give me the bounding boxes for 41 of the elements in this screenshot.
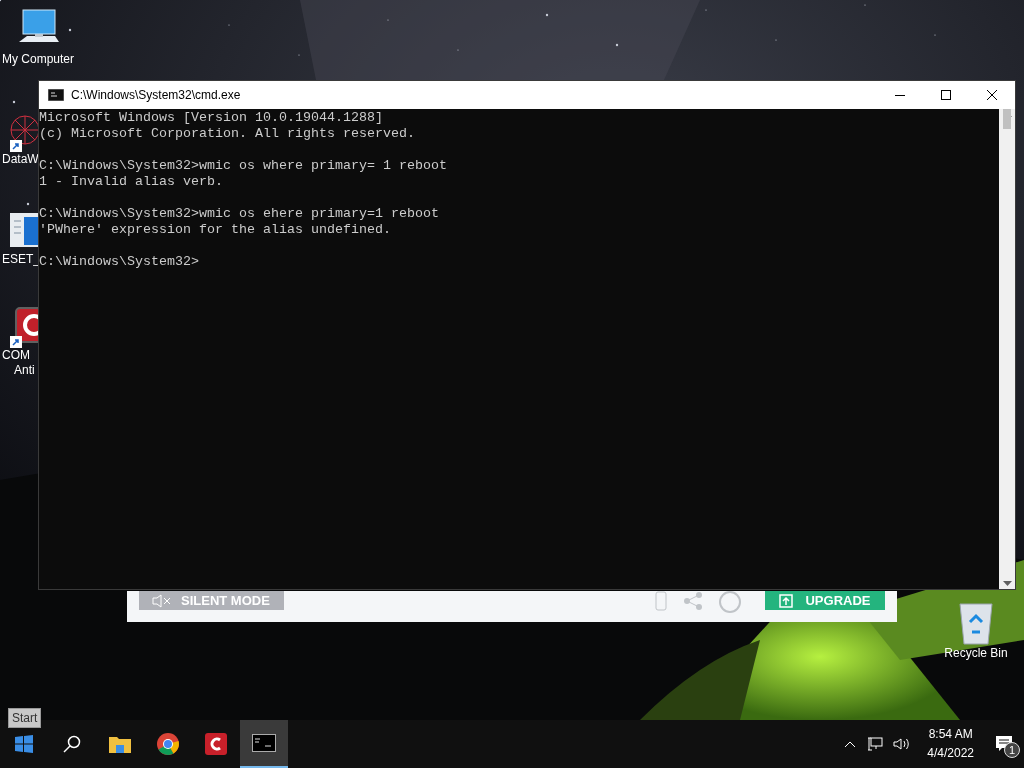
notification-badge: 1	[1004, 742, 1020, 758]
console-line: 'PWhere' expression for the alias undefined.	[39, 222, 391, 238]
network-icon[interactable]	[867, 737, 884, 751]
scrollbar[interactable]	[999, 109, 1015, 589]
icon-label[interactable]: ESET_	[2, 252, 40, 267]
console-line: (c) Microsoft Corporation. All rights reserved.	[39, 126, 415, 142]
browser-logo-icon	[157, 733, 179, 755]
windows-logo-icon	[15, 735, 33, 753]
clock-time[interactable]: 8:54 AM	[928, 725, 973, 744]
window-title: C:\Windows\System32\cmd.exe	[71, 87, 241, 104]
icon-label[interactable]: Anti	[0, 363, 35, 378]
chevron-up-icon[interactable]	[844, 740, 857, 748]
document-icon	[10, 213, 40, 247]
recycle-bin-icon	[956, 600, 996, 646]
console-line: C:\Windows\System32>wmic os where primary= 1 reboot	[39, 158, 447, 174]
console-line: C:\Windows\System32>	[39, 254, 199, 270]
icon-label[interactable]: Recycle Bin	[944, 646, 1008, 661]
scroll-down-icon[interactable]	[1002, 581, 1012, 586]
minimize-icon	[895, 94, 905, 96]
scroll-thumb[interactable]	[1003, 109, 1011, 129]
shield-app-icon	[205, 733, 227, 755]
mute-icon	[151, 593, 173, 608]
upload-icon	[779, 593, 794, 608]
clock-date[interactable]: 4/4/2022	[927, 744, 974, 763]
console-line: 1 - Invalid alias verb.	[39, 174, 223, 190]
speaker-icon[interactable]	[893, 737, 912, 751]
close-icon	[987, 90, 997, 100]
console-app-icon	[252, 734, 276, 752]
icon-label[interactable]: My Computer	[2, 52, 74, 67]
console-line: C:\Windows\System32>wmic os ehere primary=1 reboot	[39, 206, 439, 222]
console-line: Microsoft Windows [Version 10.0.19044.1288]	[39, 110, 383, 126]
taskbar-button[interactable]	[240, 720, 288, 768]
search-icon	[63, 735, 81, 753]
console-app-icon	[48, 89, 64, 101]
notification-button[interactable]: 1	[984, 720, 1024, 768]
folder-icon	[109, 735, 131, 753]
tooltip: Start	[8, 708, 42, 728]
icon-label[interactable]: COM	[2, 348, 30, 363]
icon-label[interactable]: DataW	[2, 152, 39, 167]
maximize-icon	[941, 90, 951, 100]
web-icon	[10, 115, 40, 145]
